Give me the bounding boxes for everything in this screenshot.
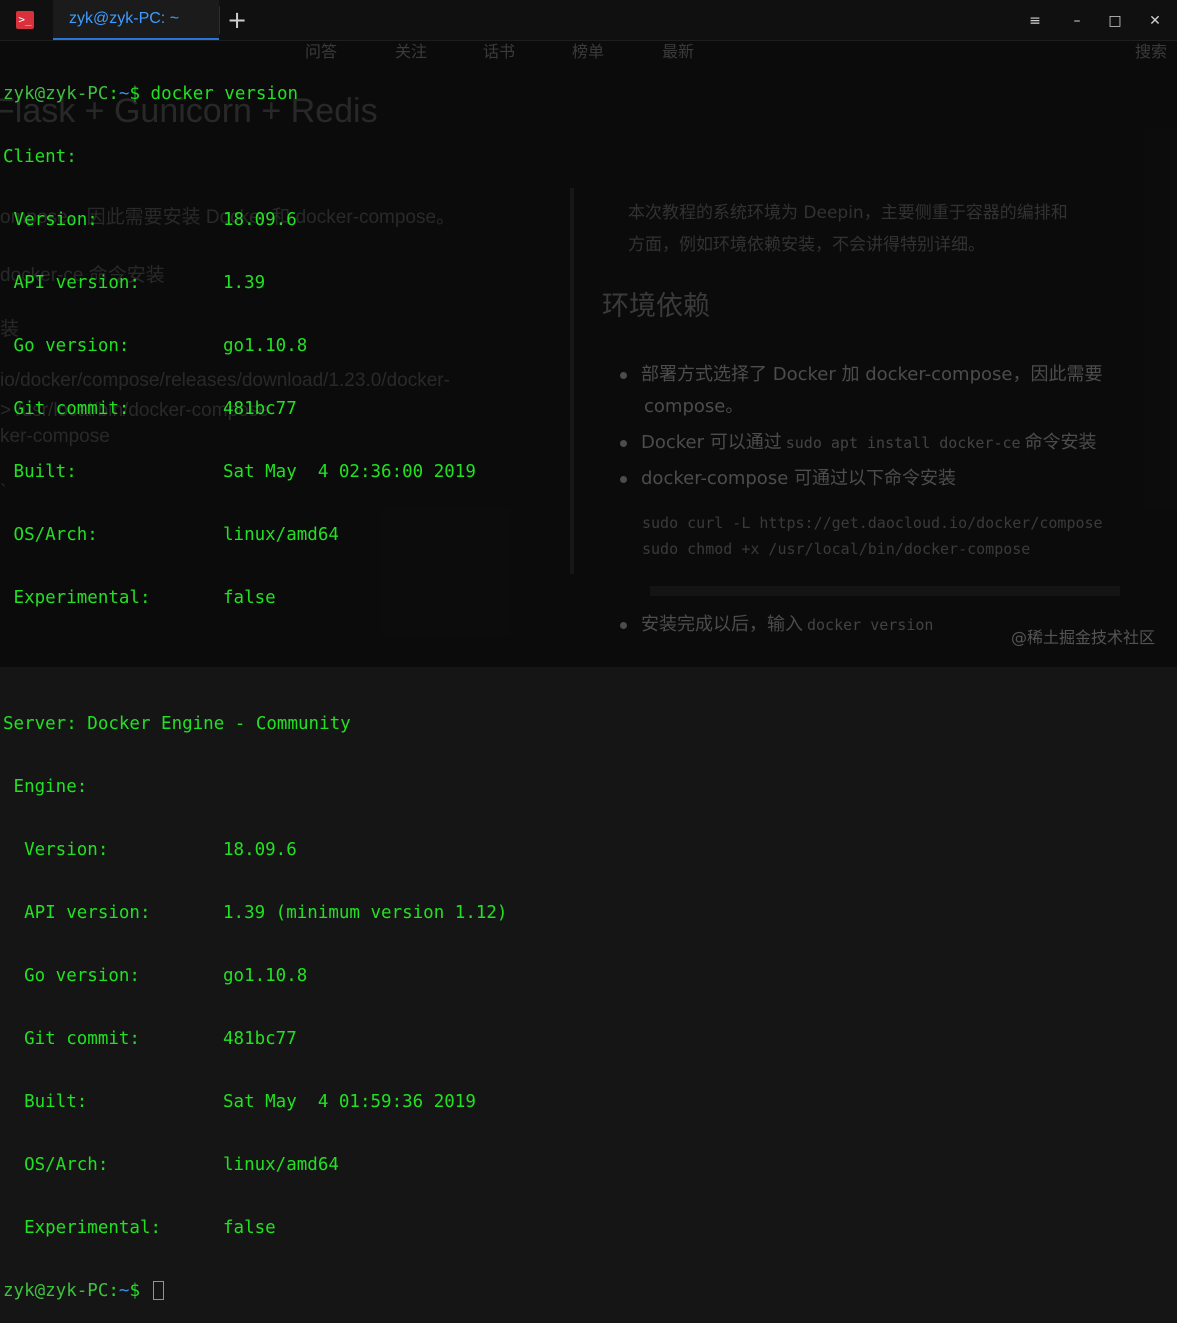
minimize-button[interactable]: –: [1063, 7, 1091, 35]
menu-button[interactable]: ≡: [1021, 7, 1049, 35]
output-row: Built: Sat May 4 02:36:00 2019: [3, 462, 476, 482]
output-row: Git commit: 481bc77: [3, 1029, 297, 1049]
new-tab-button[interactable]: +: [226, 6, 248, 34]
tab-title: zyk@zyk-PC: ~: [69, 10, 180, 27]
close-button[interactable]: ✕: [1141, 7, 1169, 35]
terminal-output[interactable]: zyk@zyk-PC:~$ docker version Client: Ver…: [3, 42, 1173, 1301]
tab-terminal[interactable]: zyk@zyk-PC: ~: [53, 0, 219, 40]
prompt-path: ~: [118, 84, 130, 104]
engine-header: Engine:: [3, 777, 88, 797]
prompt-line: zyk@zyk-PC:~$: [3, 1281, 1173, 1302]
output-row: OS/Arch: linux/amd64: [3, 1155, 339, 1175]
client-header: Client:: [3, 147, 77, 167]
tab-divider: [219, 6, 220, 34]
output-row: OS/Arch: linux/amd64: [3, 525, 339, 545]
prompt-user: zyk@zyk-PC: [3, 84, 109, 104]
output-row: API version: 1.39: [3, 273, 266, 293]
server-header: Server: Docker Engine - Community: [3, 714, 351, 734]
prompt-line: zyk@zyk-PC:~$ docker version: [3, 84, 299, 104]
title-bar: >_ zyk@zyk-PC: ~ + ≡ – □ ✕: [0, 0, 1177, 41]
output-row: Experimental: false: [3, 588, 276, 608]
output-row: Experimental: false: [3, 1218, 276, 1238]
terminal-app-icon: >_: [16, 11, 34, 29]
output-row: Version: 18.09.6: [3, 840, 297, 860]
prompt-path: ~: [118, 1281, 130, 1301]
command-text: docker version: [150, 84, 299, 104]
output-row: Git commit: 481bc77: [3, 399, 297, 419]
prompt-user: zyk@zyk-PC: [3, 1281, 109, 1301]
output-row: API version: 1.39 (minimum version 1.12): [3, 903, 508, 923]
text-cursor: [152, 1281, 164, 1300]
output-row: Version: 18.09.6: [3, 210, 297, 230]
output-row: Go version: go1.10.8: [3, 336, 308, 356]
blank-row: [3, 651, 1173, 672]
output-row: Built: Sat May 4 01:59:36 2019: [3, 1092, 476, 1112]
maximize-button[interactable]: □: [1101, 7, 1129, 35]
output-row: Go version: go1.10.8: [3, 966, 308, 986]
